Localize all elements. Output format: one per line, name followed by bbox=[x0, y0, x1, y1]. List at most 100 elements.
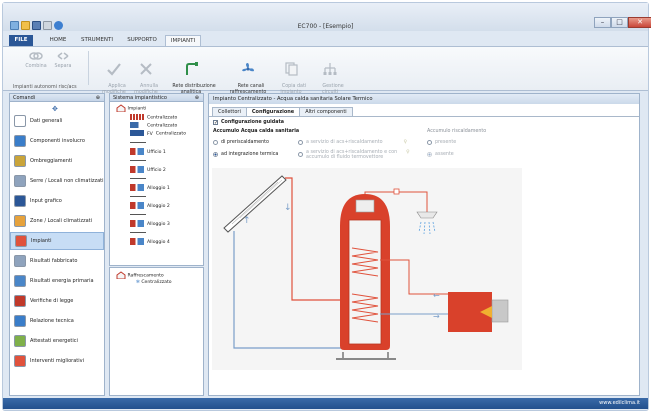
combina-label: Combina bbox=[25, 64, 47, 69]
option-integrazione[interactable]: ad integrazione termica bbox=[213, 152, 278, 157]
tree-node[interactable]: Centralizzato bbox=[130, 122, 177, 129]
tab-altri-componenti[interactable]: Altri componenti bbox=[299, 107, 353, 116]
tree-node[interactable]: Alloggio 3 bbox=[130, 220, 170, 227]
ribbon-tabs: FILE HOME STRUMENTI SUPPORTO IMPIANTI bbox=[3, 35, 648, 46]
sidebar-item-label: Interventi migliorativi bbox=[30, 358, 84, 364]
minimize-button[interactable]: – bbox=[594, 17, 611, 28]
report-icon bbox=[14, 315, 26, 327]
sidebar-item-serre-locali-non-climatizzati[interactable]: Serre / Locali non climatizzati bbox=[10, 172, 104, 190]
tree-node[interactable]: FV Centralizzato bbox=[130, 130, 186, 137]
valve-icon bbox=[393, 188, 400, 195]
option-label: di preriscaldamento bbox=[221, 140, 269, 145]
cooling-tree-panel: Raffrescamento ✻ Centralizzato bbox=[109, 267, 204, 396]
cooling-root-node[interactable]: Raffrescamento bbox=[116, 271, 164, 280]
tree-connector bbox=[130, 214, 146, 215]
sidebar-item-verifiche-di-legge[interactable]: Verifiche di legge bbox=[10, 292, 104, 310]
solar-system-diagram: ↑ ↓ ← → bbox=[212, 168, 522, 370]
radio-icon bbox=[298, 140, 303, 145]
sidebar-item-relazione-tecnica[interactable]: Relazione tecnica bbox=[10, 312, 104, 330]
sidebar-item-attestati-energetici[interactable]: Attestati energetici bbox=[10, 332, 104, 350]
option-presente[interactable]: presente bbox=[427, 140, 456, 145]
guided-config-label: Configurazione guidata bbox=[221, 120, 285, 125]
section-heating-title: Accumulo riscaldamento bbox=[427, 129, 487, 134]
sidebar-item-zone-locali-climatizzati[interactable]: Zone / Locali climatizzati bbox=[10, 212, 104, 230]
combina-button[interactable]: Combina bbox=[23, 50, 49, 70]
ribbon-group-label: Impianti autonomi risc/acs bbox=[13, 85, 77, 90]
tab-home[interactable]: HOME bbox=[45, 35, 71, 46]
tree-node[interactable]: Centralizzato bbox=[130, 114, 177, 121]
shower-icon bbox=[416, 211, 438, 235]
sidebar-item-risultati-fabbricato[interactable]: Risultati fabbricato bbox=[10, 252, 104, 270]
cooling-child-node[interactable]: ✻ Centralizzato bbox=[136, 280, 172, 285]
unlink-icon bbox=[57, 52, 69, 60]
tree-node-label: Ufficio 1 bbox=[147, 150, 166, 155]
tab-file[interactable]: FILE bbox=[9, 35, 33, 46]
ribbon-separator bbox=[88, 51, 89, 85]
tree-node-label: Alloggio 4 bbox=[147, 240, 170, 245]
tab-impianti[interactable]: IMPIANTI bbox=[165, 35, 201, 46]
tree-node[interactable]: Ufficio 2 bbox=[130, 166, 166, 173]
tree-node[interactable]: Ufficio 1 bbox=[130, 148, 166, 155]
general-data-icon bbox=[14, 115, 26, 127]
storage-tank-icon bbox=[336, 194, 396, 360]
radio-selected-icon bbox=[213, 152, 218, 157]
house-icon bbox=[116, 104, 126, 113]
content-header: Impianto Centralizzato - Acqua calda san… bbox=[209, 94, 639, 104]
sidebar-item-label: Componenti involucro bbox=[30, 138, 85, 144]
sidebar-item-label: Risultati fabbricato bbox=[30, 258, 78, 264]
sidebar-item-label: Impianti bbox=[31, 238, 52, 244]
tab-strumenti[interactable]: STRUMENTI bbox=[77, 35, 117, 46]
greenhouse-icon bbox=[14, 175, 26, 187]
boiler-hot-pipe bbox=[380, 259, 448, 295]
option-acs-riscaldamento[interactable]: a servizio di acs+riscaldamento ♀ bbox=[298, 140, 407, 145]
pv-prefix: FV bbox=[147, 131, 153, 137]
content-tabs: Collettori Configurazione Altri componen… bbox=[212, 107, 353, 116]
option-label: a servizio di acs+riscaldamento e con ac… bbox=[306, 150, 398, 160]
sidebar-item-input-grafico[interactable]: Input grafico bbox=[10, 192, 104, 210]
tab-configurazione[interactable]: Configurazione bbox=[245, 107, 301, 116]
system-tree-title: Sistema impiantistico bbox=[113, 95, 167, 101]
guided-config-checkbox[interactable]: ✓ Configurazione guidata bbox=[213, 120, 285, 126]
sidebar-item-risultati-energia-primaria[interactable]: Risultati energia primaria bbox=[10, 272, 104, 290]
unit-icon bbox=[130, 238, 144, 245]
commands-panel-header: Comandi ⊕ bbox=[10, 94, 104, 102]
tree-node[interactable]: Alloggio 1 bbox=[130, 184, 170, 191]
sidebar-item-label: Ombreggiamenti bbox=[30, 158, 73, 164]
option-acs-riscaldamento-accumulo[interactable]: a servizio di acs+riscaldamento e con ac… bbox=[298, 150, 410, 160]
maximize-button[interactable]: □ bbox=[611, 17, 628, 28]
tab-supporto[interactable]: SUPPORTO bbox=[123, 35, 161, 46]
sidebar-item-ombreggiamenti[interactable]: Ombreggiamenti bbox=[10, 152, 104, 170]
option-assente[interactable]: assente bbox=[427, 152, 454, 157]
radio-icon bbox=[427, 140, 432, 145]
tree-node[interactable]: Alloggio 4 bbox=[130, 238, 170, 245]
sidebar-item-dati-generali[interactable]: Dati generali bbox=[10, 112, 104, 130]
tree-node[interactable]: Alloggio 2 bbox=[130, 202, 170, 209]
building-results-icon bbox=[14, 255, 26, 267]
cold-pipe bbox=[233, 231, 352, 349]
option-preriscaldamento[interactable]: di preriscaldamento bbox=[213, 140, 269, 145]
cooling-root-label: Raffrescamento bbox=[127, 273, 164, 279]
tree-node-label: Ufficio 2 bbox=[147, 168, 166, 173]
sidebar-item-interventi-migliorativi[interactable]: Interventi migliorativi bbox=[10, 352, 104, 370]
close-button[interactable]: ✕ bbox=[628, 17, 651, 28]
certificate-icon bbox=[14, 335, 26, 347]
sidebar-item-componenti-involucro[interactable]: Componenti involucro bbox=[10, 132, 104, 150]
tree-connector bbox=[130, 232, 146, 233]
system-tree-panel: Sistema impiantistico ⊕ Impianti Centrali… bbox=[109, 93, 204, 266]
tap-icon bbox=[130, 122, 144, 128]
tree-root-node[interactable]: Impianti bbox=[116, 104, 146, 113]
radiator-icon bbox=[130, 114, 144, 120]
graphic-input-icon bbox=[14, 195, 26, 207]
window-title: EC700 - [Esempio] bbox=[297, 23, 354, 30]
link-icon bbox=[29, 52, 43, 60]
separa-button[interactable]: Separa bbox=[51, 50, 75, 70]
tab-collettori[interactable]: Collettori bbox=[212, 107, 247, 116]
arrow-down-icon: ↓ bbox=[284, 203, 292, 213]
status-url[interactable]: www.edilclima.it bbox=[599, 400, 640, 406]
sidebar-item-impianti[interactable]: Impianti bbox=[10, 232, 104, 250]
bulb-icon: ♀ bbox=[406, 150, 410, 155]
unit-icon bbox=[130, 202, 144, 209]
pin-icon[interactable]: ⊕ bbox=[195, 94, 199, 102]
option-label: a servizio di acs+riscaldamento bbox=[306, 140, 383, 145]
pin-icon[interactable]: ⊕ bbox=[96, 94, 100, 102]
